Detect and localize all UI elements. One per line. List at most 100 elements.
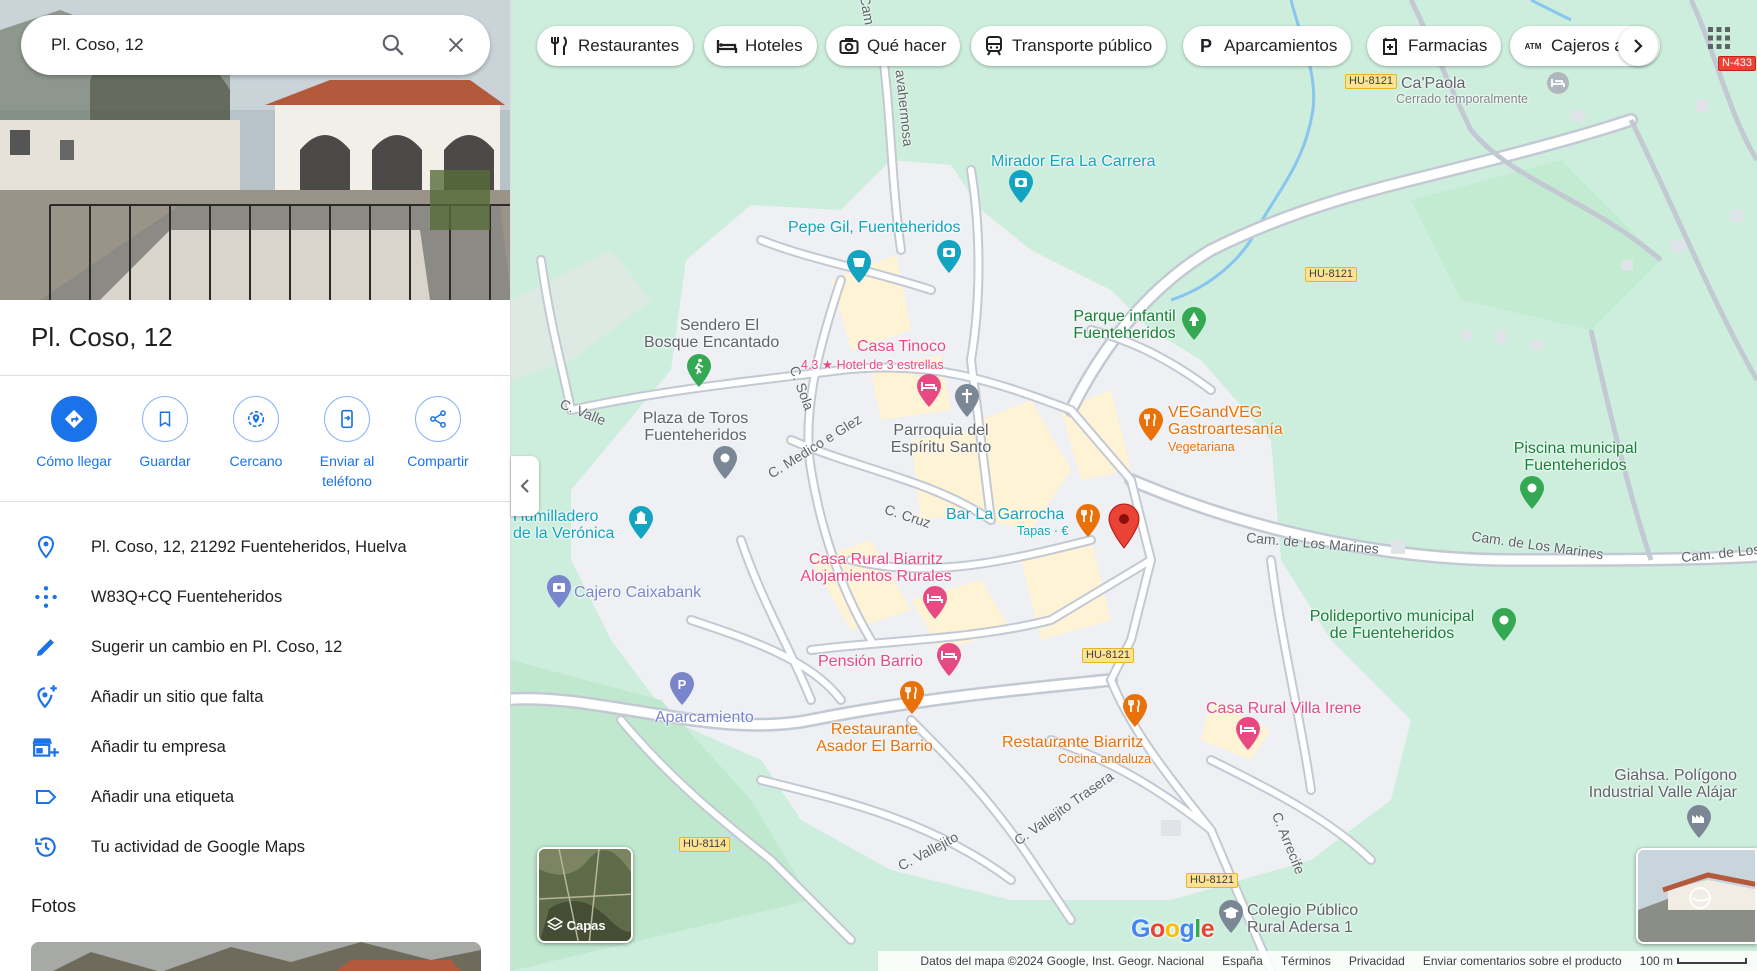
- layers-label: Capas: [566, 917, 606, 933]
- scale-label[interactable]: 100 m: [1640, 954, 1673, 968]
- poi-label-group: Casa Rural Biarritz Alojamientos Rurales: [791, 551, 961, 585]
- poi-label-group: Piscina municipal Fuenteheridos: [1503, 440, 1648, 474]
- poi-label: Aparcamiento: [655, 709, 754, 726]
- poi-label-group: Parroquia del Espíritu Santo: [871, 422, 1011, 456]
- add-business-row[interactable]: Añadir tu empresa: [0, 722, 510, 772]
- poi-sub-text: Vegetariana: [1168, 440, 1235, 454]
- map-canvas[interactable]: C. Valle C. Sola C. Medico e Glez C. Cru…: [511, 0, 1757, 971]
- terms-link[interactable]: Términos: [1281, 954, 1331, 968]
- add-label-text: Añadir una etiqueta: [91, 787, 235, 806]
- clear-search-button[interactable]: [441, 30, 471, 60]
- search-icon: [382, 34, 404, 56]
- directions-icon: [64, 409, 84, 429]
- poi-capaola[interactable]: [1545, 70, 1571, 101]
- collapse-panel-button[interactable]: [511, 456, 539, 516]
- chip-hoteles[interactable]: Hoteles: [704, 26, 817, 66]
- suggest-edit-row[interactable]: Sugerir un cambio en Pl. Coso, 12: [0, 622, 510, 672]
- plus-code-row[interactable]: W83Q+CQ Fuenteheridos: [0, 572, 510, 622]
- place-panel: Pl. Coso, 12 Cómo llegar Guardar Cercano…: [0, 0, 511, 971]
- layers-button[interactable]: Capas: [537, 847, 633, 943]
- poi-casa-rural-biarritz[interactable]: [921, 586, 949, 625]
- address-text: Pl. Coso, 12, 21292 Fuenteheridos, Huelv…: [91, 537, 407, 556]
- poi-asador[interactable]: [898, 681, 926, 720]
- photos-heading: Fotos: [31, 896, 77, 916]
- chip-restaurantes[interactable]: Restaurantes: [537, 26, 694, 66]
- poi-label-line: Fuenteheridos: [1524, 457, 1627, 474]
- share-icon: [430, 410, 446, 428]
- chip-farmacias[interactable]: Farmacias: [1367, 26, 1502, 66]
- poi-label-line: VEGandVEG: [1168, 404, 1263, 421]
- send-to-phone-icon: [341, 409, 353, 429]
- country-link[interactable]: España: [1222, 954, 1263, 968]
- park-marker-icon: [1182, 307, 1206, 340]
- svg-text:P: P: [678, 677, 687, 692]
- shop-marker-icon: [847, 250, 871, 283]
- add-missing-place-row[interactable]: Añadir un sitio que falta: [0, 672, 510, 722]
- chip-label: Hoteles: [745, 36, 803, 55]
- rating-text: 4.3: [801, 358, 819, 372]
- poi-sublabel: 4.3 ★ Hotel de 3 estrellas: [801, 357, 944, 374]
- poi-pension-barrio[interactable]: [935, 643, 963, 682]
- poi-colegio[interactable]: [1217, 900, 1245, 939]
- chip-que-hacer[interactable]: Qué hacer: [826, 26, 961, 66]
- poi-shop-pepe-gil[interactable]: [845, 250, 873, 289]
- fork-knife-marker-icon: [900, 681, 924, 714]
- atm-icon: ATM: [1524, 41, 1542, 51]
- apps-grid-icon[interactable]: [1707, 26, 1731, 50]
- poi-label-line: Giahsa. Polígono: [1614, 767, 1737, 784]
- nearby-button[interactable]: Cercano: [206, 396, 306, 471]
- address-row[interactable]: Pl. Coso, 12, 21292 Fuenteheridos, Huelv…: [0, 522, 510, 572]
- poi-piscina[interactable]: [1518, 476, 1546, 515]
- parking-icon: P: [1199, 35, 1212, 56]
- poi-label-line: Sendero El: [679, 317, 759, 334]
- monument-marker-icon: [629, 506, 653, 539]
- poi-label-line: Bosque Encantado: [644, 334, 780, 351]
- chip-aparcamientos[interactable]: P Aparcamientos: [1183, 26, 1352, 66]
- poi-label: Casa Rural Villa Irene: [1206, 700, 1362, 717]
- poi-casa-tinoco[interactable]: [915, 374, 943, 413]
- chips-scroll-right-button[interactable]: [1618, 26, 1658, 66]
- search-button[interactable]: [378, 30, 408, 60]
- poi-restaurante-biarritz[interactable]: [1121, 694, 1149, 733]
- poi-humilladero[interactable]: [627, 506, 655, 545]
- privacy-link[interactable]: Privacidad: [1349, 954, 1405, 968]
- road-shield: HU-8114: [679, 837, 731, 852]
- share-button[interactable]: Compartir: [388, 396, 488, 471]
- poi-label-line: de la Verónica: [513, 525, 615, 542]
- poi-label-group: Sendero El Bosque Encantado: [644, 317, 779, 351]
- directions-button[interactable]: Cómo llegar: [24, 396, 124, 471]
- add-label-row[interactable]: Añadir una etiqueta: [0, 772, 510, 822]
- poi-cajero[interactable]: [545, 575, 573, 614]
- poi-parque-infantil[interactable]: [1180, 307, 1208, 346]
- poi-label-line: Fuenteheridos: [644, 427, 747, 444]
- chip-transporte[interactable]: Transporte público: [971, 26, 1167, 66]
- feedback-link[interactable]: Enviar comentarios sobre el producto: [1423, 954, 1622, 968]
- poi-pepe-gil[interactable]: [935, 240, 963, 279]
- send-to-phone-label: Enviar al teléfono: [297, 451, 397, 491]
- poi-polideportivo[interactable]: [1490, 608, 1518, 647]
- photo-thumbnail[interactable]: [31, 942, 481, 971]
- sports-marker-icon: [1492, 608, 1516, 641]
- train-icon: [986, 36, 1002, 56]
- street-view-thumbnail[interactable]: [1636, 848, 1757, 944]
- maps-app: Pl. Coso, 12 Cómo llegar Guardar Cercano…: [0, 0, 1757, 971]
- poi-plaza-toros[interactable]: [711, 446, 739, 485]
- send-to-phone-button[interactable]: Enviar al teléfono: [297, 396, 397, 491]
- poi-aparcamiento[interactable]: P: [668, 672, 696, 711]
- save-button[interactable]: Guardar: [115, 396, 215, 471]
- selected-location-pin[interactable]: [1107, 503, 1141, 554]
- poi-mirador[interactable]: [1007, 170, 1035, 209]
- road-shield: HU-8121: [1345, 74, 1398, 89]
- poi-sendero[interactable]: [685, 354, 713, 393]
- poi-parroquia[interactable]: [953, 384, 981, 423]
- poi-label-line: Gastroartesanía: [1168, 421, 1283, 438]
- activity-row[interactable]: Tu actividad de Google Maps: [0, 822, 510, 872]
- red-pin-icon: [1108, 503, 1140, 549]
- poi-vegandveg[interactable]: [1137, 408, 1165, 447]
- star-icon: ★: [821, 358, 834, 372]
- poi-villa-irene[interactable]: [1234, 717, 1262, 756]
- poi-bar-garrocha[interactable]: [1074, 504, 1102, 543]
- school-marker-icon: [1219, 900, 1243, 933]
- poi-giahsa[interactable]: [1685, 805, 1713, 844]
- search-input[interactable]: [51, 35, 351, 55]
